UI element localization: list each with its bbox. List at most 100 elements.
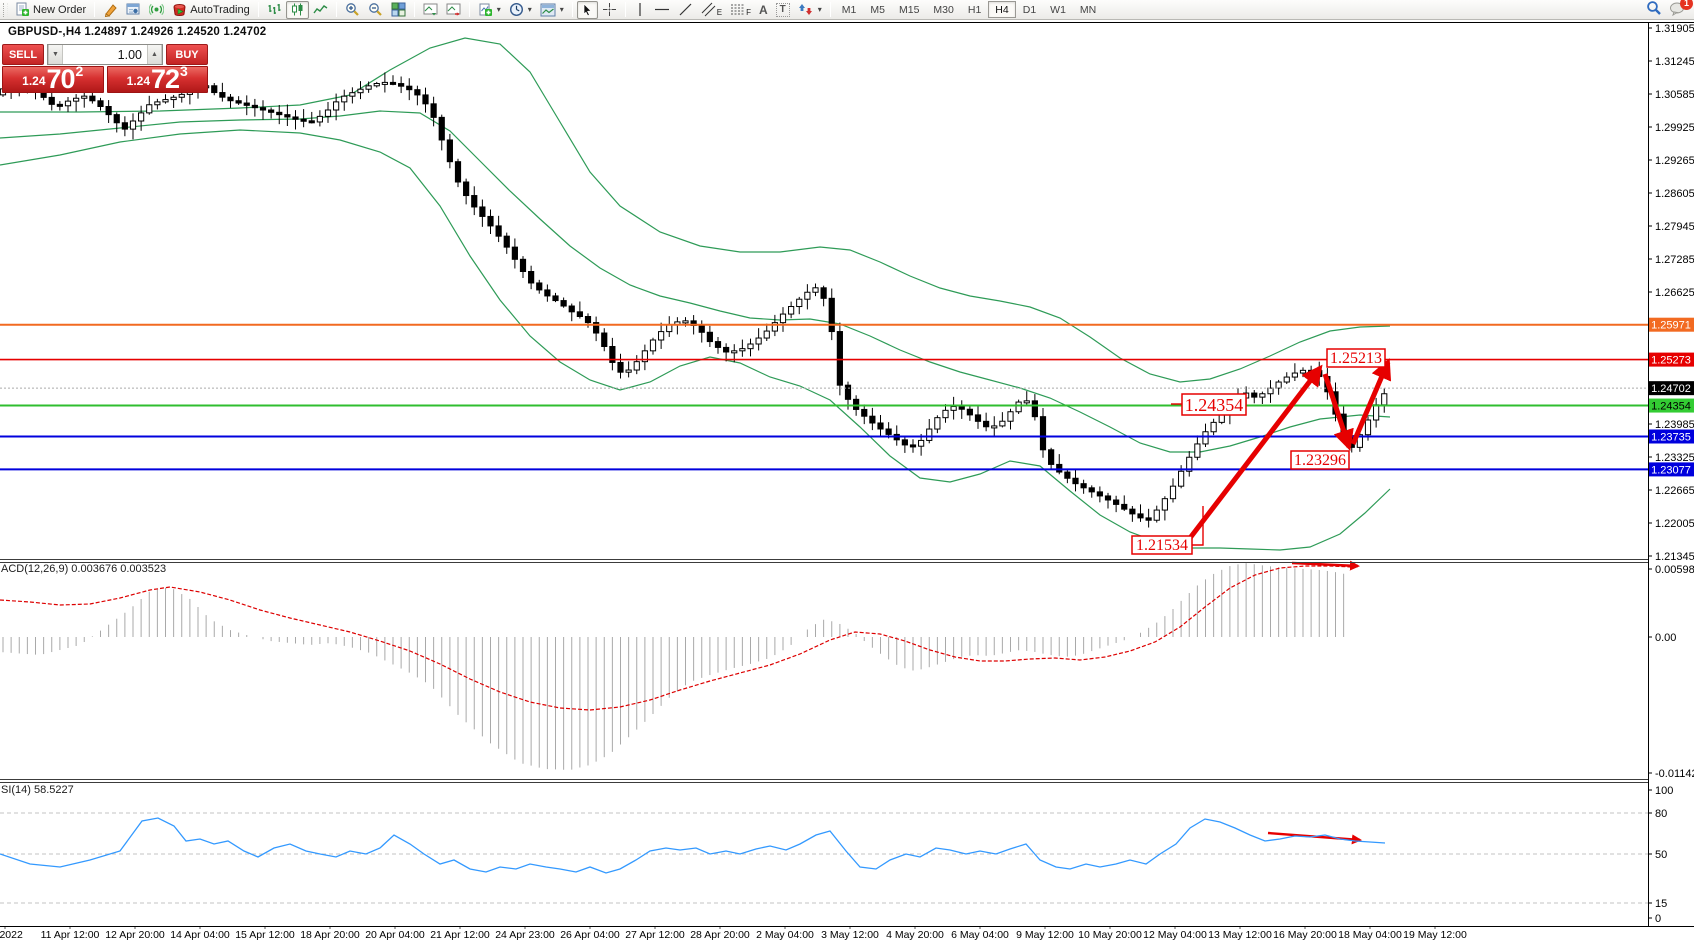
auto-scroll-button[interactable] (419, 1, 442, 19)
time-axis-label: 3 May 12:00 (821, 929, 879, 940)
svg-text:1.25971: 1.25971 (1651, 320, 1691, 332)
svg-text:1.27945: 1.27945 (1655, 221, 1694, 233)
price-annotation: 1.23296 (1291, 451, 1349, 469)
svg-text:0: 0 (1655, 913, 1661, 925)
cursor-tool-button[interactable] (577, 1, 598, 19)
vertical-line-icon (634, 2, 646, 17)
candlestick-mode-button[interactable] (286, 1, 309, 19)
tf-button-w1[interactable]: W1 (1043, 1, 1073, 18)
macd-signal-line (0, 566, 1352, 710)
arrows-tool-button[interactable]: ▾ (794, 1, 826, 19)
chart-area[interactable]: 1.259711.252731.247021.243541.237351.230… (0, 0, 1694, 940)
svg-text:1.26625: 1.26625 (1655, 287, 1694, 299)
indicators-button[interactable]: ▾ (474, 1, 505, 19)
fibonacci-tool-button[interactable]: F (726, 1, 755, 19)
tf-button-m5[interactable]: M5 (863, 1, 892, 18)
toolbar-separator (414, 2, 415, 17)
periods-button[interactable]: ▾ (505, 1, 536, 19)
svg-text:1.23735: 1.23735 (1651, 432, 1691, 444)
styler-button[interactable] (99, 1, 122, 19)
svg-text:1.29265: 1.29265 (1655, 155, 1694, 167)
toolbar-separator (625, 2, 626, 17)
price-annotation: 1.21534 (1132, 506, 1203, 554)
channel-glyph: E (717, 8, 722, 17)
time-axis-label: 27 Apr 12:00 (625, 929, 685, 940)
trendline-icon (678, 2, 693, 17)
time-axis-label: 11 Apr 12:00 (41, 929, 100, 940)
tf-button-d1[interactable]: D1 (1016, 1, 1043, 18)
autotrading-icon (172, 2, 187, 17)
sell-button[interactable]: SELL (2, 44, 44, 65)
tf-button-h4[interactable]: H4 (988, 1, 1015, 18)
time-axis-label: 26 Apr 04:00 (560, 929, 620, 940)
svg-text:1.29925: 1.29925 (1655, 122, 1694, 134)
macd-pane (0, 563, 1352, 770)
candlestick-icon (290, 2, 305, 17)
signal-icon (149, 2, 164, 17)
autotrading-label: AutoTrading (190, 4, 250, 16)
toolbar-separator (572, 2, 573, 17)
svg-text:1.22005: 1.22005 (1655, 518, 1694, 530)
buy-price-sup: 3 (180, 63, 188, 79)
rsi-line (0, 818, 1385, 873)
rsi-indicator-label: SI(14) 58.5227 (1, 784, 74, 796)
zoom-in-button[interactable] (341, 1, 364, 19)
tf-button-mn[interactable]: MN (1073, 1, 1103, 18)
market-watch-button[interactable] (122, 1, 145, 19)
sell-price-display[interactable]: 1.24702 (2, 66, 104, 93)
volume-decrease-button[interactable]: ▼ (48, 45, 63, 64)
toolbar-grip (3, 3, 8, 17)
chart-ohlc-title: GBPUSD-,H4 1.24897 1.24926 1.24520 1.247… (8, 26, 266, 38)
macd-indicator-label: ACD(12,26,9) 0.003676 0.003523 (1, 563, 166, 575)
volume-input[interactable] (63, 45, 147, 64)
time-axis-label: 9 May 12:00 (1016, 929, 1074, 940)
svg-text:1.23296: 1.23296 (1294, 452, 1346, 469)
zoom-out-button[interactable] (364, 1, 387, 19)
toolbar-separator (830, 2, 831, 17)
new-order-button[interactable]: New Order (11, 1, 90, 19)
tf-button-m15[interactable]: M15 (892, 1, 926, 18)
text-label-tool-button[interactable]: T (772, 1, 794, 19)
notifications-button[interactable]: 1 (1669, 1, 1686, 19)
line-chart-mode-button[interactable] (309, 1, 332, 19)
price-pane (0, 38, 1390, 550)
tf-button-m30[interactable]: M30 (926, 1, 960, 18)
tf-button-h1[interactable]: H1 (961, 1, 988, 18)
toolbar-separator (94, 2, 95, 17)
tile-windows-button[interactable] (387, 1, 410, 19)
autotrading-button[interactable]: AutoTrading (168, 1, 254, 19)
time-axis-label: 16 May 20:00 (1273, 929, 1337, 940)
vertical-line-tool-button[interactable] (630, 1, 650, 19)
trendline-tool-button[interactable] (674, 1, 697, 19)
timeframe-group: M1M5M15M30H1H4D1W1MN (835, 1, 1103, 18)
crayon-icon (103, 2, 118, 17)
svg-text:1.30585: 1.30585 (1655, 89, 1694, 101)
svg-text:15: 15 (1655, 898, 1667, 910)
buy-price-display[interactable]: 1.24723 (107, 66, 209, 93)
svg-text:100: 100 (1655, 785, 1673, 797)
svg-text:50: 50 (1655, 849, 1667, 861)
time-axis-label: 18 May 04:00 (1338, 929, 1402, 940)
crosshair-tool-button[interactable] (598, 1, 621, 19)
templates-button[interactable]: ▾ (536, 1, 568, 19)
search-icon[interactable] (1646, 0, 1662, 19)
chart-shift-button[interactable] (442, 1, 465, 19)
svg-text:1.23985: 1.23985 (1655, 419, 1694, 431)
fibonacci-icon (730, 2, 745, 17)
bar-chart-mode-button[interactable] (263, 1, 286, 19)
time-axis-label: 12 May 04:00 (1143, 929, 1207, 940)
tf-button-m1[interactable]: M1 (835, 1, 864, 18)
channel-tool-button[interactable]: E (697, 1, 726, 19)
signals-button[interactable] (145, 1, 168, 19)
buy-button[interactable]: BUY (166, 44, 208, 65)
new-order-icon (15, 2, 30, 17)
time-axis-label: 4 May 20:00 (886, 929, 944, 940)
horizontal-line-tool-button[interactable] (650, 1, 674, 19)
horizontal-line-icon (654, 2, 670, 17)
main-toolbar: New Order AutoTrading (0, 0, 1694, 20)
text-tool-button[interactable]: A (755, 1, 772, 19)
cursor-icon (581, 3, 594, 17)
volume-increase-button[interactable]: ▲ (147, 45, 162, 64)
price-annotation: 1.24354 (1171, 394, 1246, 415)
time-axis-label: 18 Apr 20:00 (300, 929, 360, 940)
